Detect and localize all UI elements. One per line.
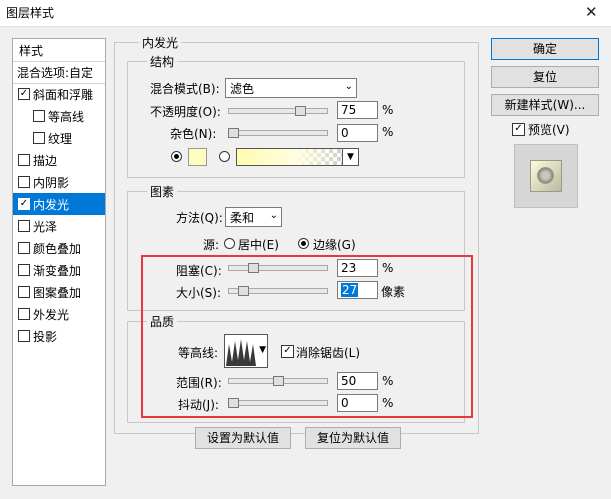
- opacity-input[interactable]: 75: [337, 101, 378, 119]
- style-item-label: 纹理: [48, 132, 73, 146]
- style-item-checkbox[interactable]: ✓: [18, 88, 30, 100]
- style-item[interactable]: 颜色叠加: [13, 237, 105, 259]
- source-center-radio[interactable]: [224, 238, 235, 249]
- gradient-dropdown-icon[interactable]: ▼: [342, 148, 359, 166]
- style-item-label: 投影: [33, 330, 58, 344]
- inner-glow-title: 内发光: [139, 34, 182, 51]
- style-item-checkbox[interactable]: [18, 286, 30, 298]
- method-select[interactable]: 柔和 ⌄: [225, 207, 282, 227]
- style-item[interactable]: 投影: [13, 325, 105, 347]
- glow-color-swatch[interactable]: [188, 148, 207, 166]
- style-item-label: 外发光: [33, 308, 70, 322]
- blend-mode-label: 混合模式(B):: [150, 82, 220, 96]
- opacity-label: 不透明度(O):: [150, 105, 221, 119]
- preview-checkbox[interactable]: ✓: [512, 123, 525, 136]
- style-item-label: 描边: [33, 154, 58, 168]
- style-item-checkbox[interactable]: [18, 176, 30, 188]
- noise-label: 杂色(N):: [170, 127, 217, 141]
- source-edge-label: 边缘(G): [313, 238, 356, 252]
- style-item[interactable]: 等高线: [13, 105, 105, 127]
- window-title: 图层样式: [6, 6, 55, 20]
- reset-button[interactable]: 复位: [491, 66, 599, 88]
- reset-default-button[interactable]: 复位为默认值: [305, 427, 401, 449]
- styles-list: 样式 混合选项:自定 ✓ 斜面和浮雕 等高线 纹理 描边 内阴影 ✓ 内发光 光泽 颜色叠加 渐变叠…: [12, 38, 106, 486]
- style-item-checkbox[interactable]: [18, 264, 30, 276]
- opacity-slider-thumb[interactable]: [294, 106, 306, 116]
- style-item[interactable]: ✓ 斜面和浮雕: [13, 83, 105, 105]
- noise-slider-track[interactable]: [228, 130, 328, 136]
- chevron-down-icon: ⌄: [269, 210, 278, 221]
- style-item-checkbox[interactable]: [18, 308, 30, 320]
- elements-title: 图素: [147, 183, 178, 200]
- preview-swatch-icon: [530, 160, 562, 192]
- style-item-label: 等高线: [48, 110, 85, 124]
- style-item-label: 渐变叠加: [33, 264, 82, 278]
- styles-header[interactable]: 样式: [13, 39, 105, 62]
- style-item[interactable]: 图案叠加: [13, 281, 105, 303]
- style-item-label: 斜面和浮雕: [33, 88, 94, 102]
- style-item[interactable]: 内阴影: [13, 171, 105, 193]
- title-bar: 图层样式 ✕: [0, 0, 611, 27]
- style-item-label: 内发光: [33, 198, 70, 212]
- preview-label: 预览(V): [528, 123, 570, 137]
- style-item-checkbox[interactable]: [18, 330, 30, 342]
- style-item[interactable]: ✓ 内发光: [13, 193, 105, 215]
- opacity-unit: %: [382, 103, 394, 117]
- opacity-slider-track[interactable]: [228, 108, 328, 114]
- style-item[interactable]: 描边: [13, 149, 105, 171]
- solid-color-radio[interactable]: [171, 151, 182, 162]
- method-label: 方法(Q):: [176, 211, 223, 225]
- style-item-label: 颜色叠加: [33, 242, 82, 256]
- style-item-checkbox[interactable]: [33, 110, 45, 122]
- style-item[interactable]: 光泽: [13, 215, 105, 237]
- set-default-button[interactable]: 设置为默认值: [195, 427, 291, 449]
- blend-mode-select[interactable]: 滤色 ⌄: [225, 78, 357, 98]
- style-item-checkbox[interactable]: [18, 154, 30, 166]
- style-item-checkbox[interactable]: [18, 220, 30, 232]
- blend-options-item[interactable]: 混合选项:自定: [13, 61, 105, 84]
- noise-slider-thumb[interactable]: [228, 128, 239, 138]
- style-item-checkbox[interactable]: [33, 132, 45, 144]
- gradient-radio[interactable]: [219, 151, 230, 162]
- style-item-label: 图案叠加: [33, 286, 82, 300]
- noise-input[interactable]: 0: [337, 124, 378, 142]
- close-icon[interactable]: ✕: [585, 3, 598, 21]
- style-item[interactable]: 渐变叠加: [13, 259, 105, 281]
- preview-thumbnail: [514, 144, 578, 208]
- style-item-label: 内阴影: [33, 176, 70, 190]
- style-item-label: 光泽: [33, 220, 58, 234]
- style-item[interactable]: 外发光: [13, 303, 105, 325]
- new-style-button[interactable]: 新建样式(W)...: [491, 94, 599, 116]
- highlight-box: [141, 255, 473, 418]
- structure-title: 结构: [147, 53, 178, 70]
- ok-button[interactable]: 确定: [491, 38, 599, 60]
- source-edge-radio[interactable]: [298, 238, 309, 249]
- source-center-label: 居中(E): [238, 238, 279, 252]
- style-item[interactable]: 纹理: [13, 127, 105, 149]
- style-item-checkbox[interactable]: [18, 242, 30, 254]
- noise-unit: %: [382, 125, 394, 139]
- style-item-checkbox[interactable]: ✓: [18, 198, 30, 210]
- gradient-preview[interactable]: [236, 148, 344, 166]
- chevron-down-icon: ⌄: [344, 81, 353, 92]
- source-label: 源:: [203, 238, 220, 252]
